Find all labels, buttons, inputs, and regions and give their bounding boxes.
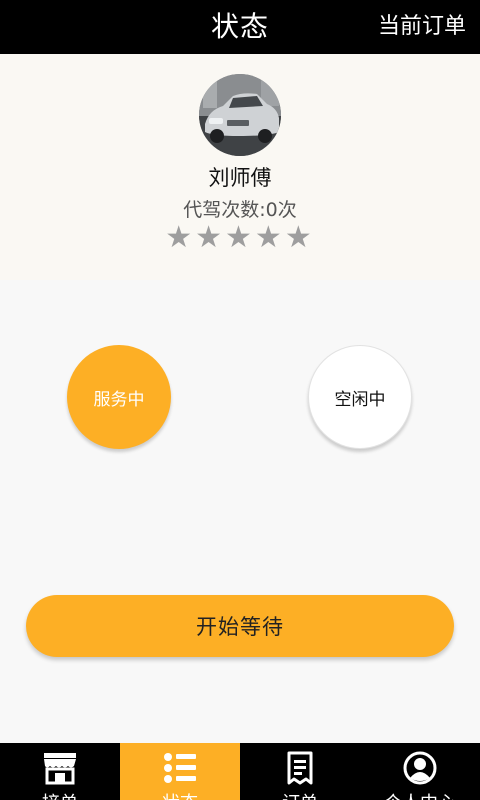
tab-accept-order[interactable]: 接单 [0,743,120,800]
document-icon [240,751,360,785]
tab-label: 接单 [0,789,120,800]
rating-stars: ★★★★★ [165,220,315,255]
tab-label: 个人中心 [360,789,480,800]
trip-count: 代驾次数:0次 [183,199,297,221]
idle-status-button[interactable]: 空闲中 [308,345,412,449]
store-icon [0,751,120,785]
driver-name: 刘师傅 [208,166,272,190]
tab-label: 状态 [120,789,240,800]
serving-status-button[interactable]: 服务中 [67,345,171,449]
user-circle-icon [360,751,480,785]
idle-status-label: 空闲中 [334,389,386,410]
bottom-tab-bar: 接单 状态 订单 [0,743,480,800]
start-waiting-label: 开始等待 [196,615,284,639]
tab-label: 订单 [240,789,360,800]
driver-profile-card: 刘师傅 代驾次数:0次 ★★★★★ [0,54,480,280]
tab-status[interactable]: 状态 [120,743,240,800]
current-order-link[interactable]: 当前订单 [378,0,466,54]
list-icon [120,751,240,785]
serving-status-label: 服务中 [93,389,145,410]
start-waiting-button[interactable]: 开始等待 [26,595,454,657]
avatar [199,74,281,156]
tab-profile[interactable]: 个人中心 [360,743,480,800]
car-avatar-image [199,74,281,156]
top-bar: 状态 当前订单 [0,0,480,54]
tab-orders[interactable]: 订单 [240,743,360,800]
